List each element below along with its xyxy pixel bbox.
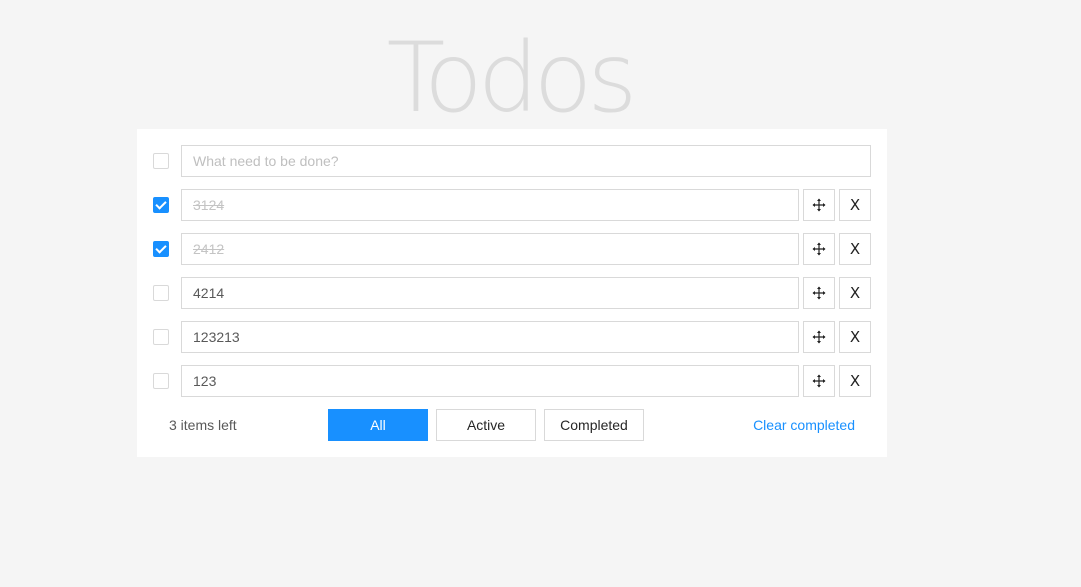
close-icon: X [849, 195, 861, 214]
move-todo-button[interactable] [803, 365, 835, 397]
move-todo-button[interactable] [803, 233, 835, 265]
todo-item: 3124 X [137, 189, 887, 221]
move-icon [812, 286, 826, 300]
move-icon [812, 242, 826, 256]
delete-todo-button[interactable]: X [839, 365, 871, 397]
move-todo-button[interactable] [803, 321, 835, 353]
todo-checkbox[interactable] [153, 241, 169, 257]
close-icon: X [849, 327, 861, 346]
toggle-all-checkbox[interactable] [153, 153, 169, 169]
todo-item: 4214 X [137, 277, 887, 309]
delete-todo-button[interactable]: X [839, 321, 871, 353]
new-todo-row: What need to be done? [137, 145, 887, 177]
todo-text: 4214 [193, 285, 225, 301]
todo-checkbox[interactable] [153, 285, 169, 301]
todo-text: 123 [193, 373, 217, 389]
todo-checkbox[interactable] [153, 329, 169, 345]
delete-todo-button[interactable]: X [839, 277, 871, 309]
new-todo-input[interactable]: What need to be done? [181, 145, 871, 177]
todo-text: 2412 [193, 241, 225, 257]
todo-text: 123213 [193, 329, 240, 345]
todo-text-input[interactable]: 3124 [181, 189, 799, 221]
move-todo-button[interactable] [803, 277, 835, 309]
todo-text: 3124 [193, 197, 225, 213]
todo-item: 123 X [137, 365, 887, 397]
move-icon [812, 330, 826, 344]
items-left-count: 3 items left [169, 417, 237, 433]
todo-text-input[interactable]: 123213 [181, 321, 799, 353]
todo-text-input[interactable]: 123 [181, 365, 799, 397]
move-icon [812, 374, 826, 388]
move-icon [812, 198, 826, 212]
todo-text-input[interactable]: 2412 [181, 233, 799, 265]
app-title: Todos [386, 22, 638, 134]
clear-completed-link[interactable]: Clear completed [753, 409, 855, 441]
move-todo-button[interactable] [803, 189, 835, 221]
todo-item: 2412 X [137, 233, 887, 265]
delete-todo-button[interactable]: X [839, 189, 871, 221]
close-icon: X [849, 371, 861, 390]
filter-completed-button[interactable]: Completed [544, 409, 644, 441]
filter-all-button[interactable]: All [328, 409, 428, 441]
todo-item: 123213 X [137, 321, 887, 353]
todo-checkbox[interactable] [153, 197, 169, 213]
todo-footer: 3 items left All Active Completed Clear … [137, 409, 887, 441]
todo-text-input[interactable]: 4214 [181, 277, 799, 309]
todo-card: What need to be done? 3124 X 2412 X 4214 X 123… [137, 129, 887, 457]
todo-checkbox[interactable] [153, 373, 169, 389]
close-icon: X [849, 239, 861, 258]
filter-active-button[interactable]: Active [436, 409, 536, 441]
delete-todo-button[interactable]: X [839, 233, 871, 265]
close-icon: X [849, 283, 861, 302]
